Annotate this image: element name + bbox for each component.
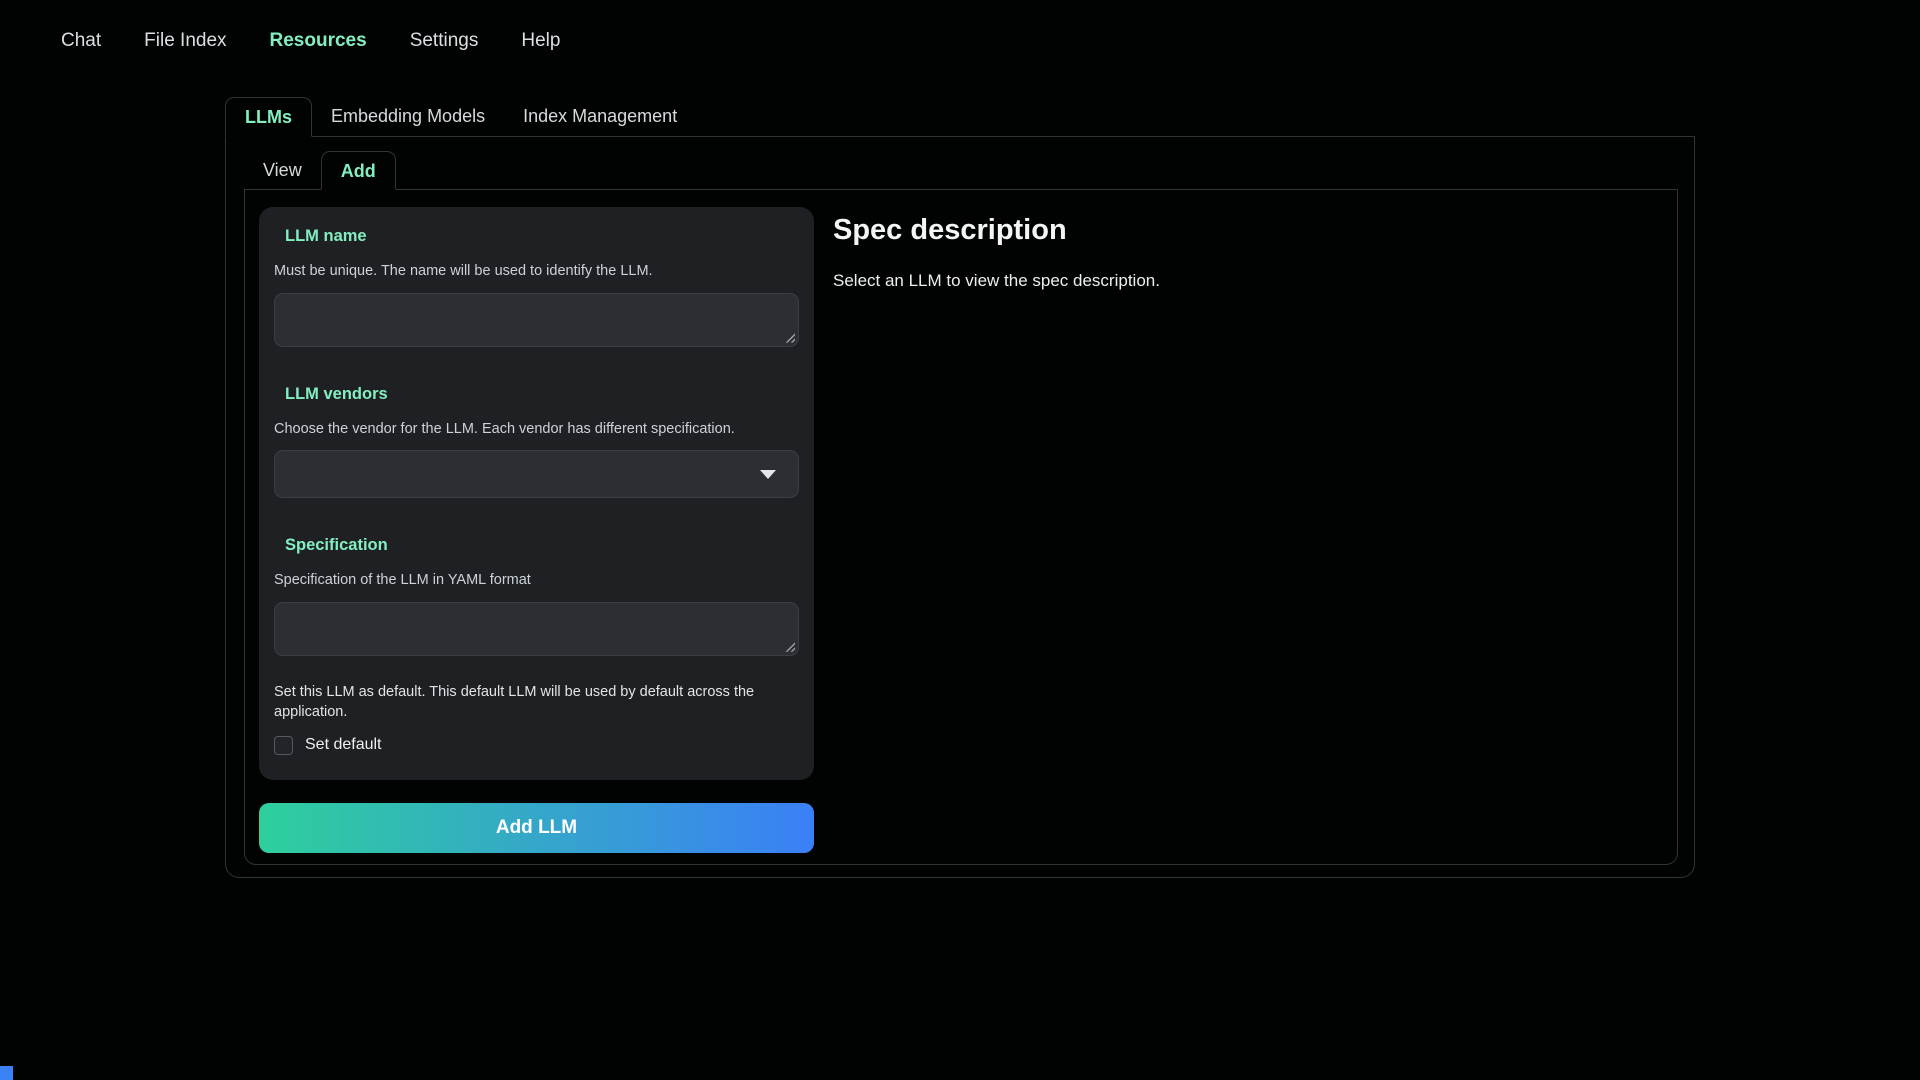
add-llm-panel: LLM name Must be unique. The name will b… bbox=[244, 190, 1678, 865]
tab-index-management[interactable]: Index Management bbox=[504, 97, 696, 137]
resources-page: LLMs Embedding Models Index Management V… bbox=[225, 97, 1695, 878]
add-llm-button[interactable]: Add LLM bbox=[259, 803, 814, 853]
llms-subtabbar: View Add bbox=[244, 151, 1678, 190]
nav-item-help[interactable]: Help bbox=[521, 30, 560, 52]
specification-group: Specification Specification of the LLM i… bbox=[274, 536, 799, 656]
specification-input[interactable] bbox=[274, 602, 799, 656]
tab-view[interactable]: View bbox=[244, 151, 321, 190]
llm-name-input[interactable] bbox=[274, 293, 799, 347]
llm-vendors-group: LLM vendors Choose the vendor for the LL… bbox=[274, 385, 799, 499]
nav-item-chat[interactable]: Chat bbox=[61, 30, 101, 52]
llm-name-group: LLM name Must be unique. The name will b… bbox=[274, 227, 799, 347]
set-default-description: Set this LLM as default. This default LL… bbox=[274, 682, 799, 723]
spec-description-title: Spec description bbox=[833, 214, 1677, 247]
loading-indicator bbox=[0, 1066, 13, 1080]
resource-tabbar: LLMs Embedding Models Index Management bbox=[225, 97, 1695, 137]
spec-description-panel: Spec description Select an LLM to view t… bbox=[833, 214, 1677, 864]
add-llm-form: LLM name Must be unique. The name will b… bbox=[259, 207, 814, 780]
set-default-row: Set default bbox=[274, 736, 799, 755]
chevron-down-icon bbox=[760, 470, 776, 479]
set-default-label: Set default bbox=[305, 736, 382, 754]
spec-description-body: Select an LLM to view the spec descripti… bbox=[833, 271, 1677, 291]
nav-item-settings[interactable]: Settings bbox=[410, 30, 479, 52]
llms-tab-panel: View Add LLM name Must be unique. The na… bbox=[225, 137, 1695, 878]
llm-vendors-label: LLM vendors bbox=[285, 385, 799, 404]
nav-item-file-index[interactable]: File Index bbox=[144, 30, 226, 52]
nav-item-resources[interactable]: Resources bbox=[270, 30, 367, 52]
specification-description: Specification of the LLM in YAML format bbox=[274, 571, 799, 591]
tab-embedding-models[interactable]: Embedding Models bbox=[312, 97, 504, 137]
tab-add[interactable]: Add bbox=[321, 151, 396, 190]
set-default-checkbox[interactable] bbox=[274, 736, 293, 755]
top-navigation: Chat File Index Resources Settings Help bbox=[0, 0, 1920, 52]
llm-vendors-dropdown[interactable] bbox=[274, 450, 799, 498]
llm-vendors-description: Choose the vendor for the LLM. Each vend… bbox=[274, 420, 799, 440]
llm-name-label: LLM name bbox=[285, 227, 799, 246]
llm-name-description: Must be unique. The name will be used to… bbox=[274, 262, 799, 282]
specification-label: Specification bbox=[285, 536, 799, 555]
tab-llms[interactable]: LLMs bbox=[225, 97, 312, 137]
add-llm-form-column: LLM name Must be unique. The name will b… bbox=[259, 207, 814, 864]
